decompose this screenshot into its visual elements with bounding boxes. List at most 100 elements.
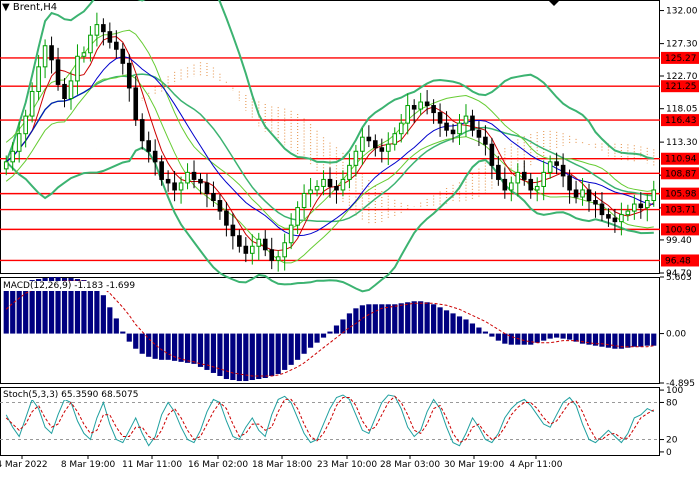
macd-histogram-bar bbox=[301, 333, 307, 354]
macd-histogram-bar bbox=[243, 333, 249, 382]
macd-histogram-bar bbox=[547, 333, 553, 339]
time-axis-label: 16 Mar 02:00 bbox=[188, 460, 248, 470]
candle-body bbox=[541, 171, 546, 187]
candle-body bbox=[49, 45, 54, 61]
trading-chart[interactable]: 132.00127.30122.70118.05113.30108.60103.… bbox=[0, 0, 700, 500]
macd-histogram-bar bbox=[625, 333, 631, 348]
time-axis-label: 8 Mar 19:00 bbox=[61, 460, 116, 470]
candle-body bbox=[204, 182, 210, 194]
macd-histogram-bar bbox=[554, 333, 560, 338]
macd-histogram-bar bbox=[385, 304, 391, 334]
candle-body bbox=[580, 189, 585, 198]
candle-body bbox=[288, 224, 294, 244]
macd-histogram-bar bbox=[405, 302, 411, 334]
price-level-tag-label: 125.27 bbox=[665, 54, 697, 64]
candle-body bbox=[347, 164, 352, 180]
macd-histogram-bar bbox=[256, 333, 262, 380]
candle-body bbox=[573, 189, 579, 198]
macd-histogram-bar bbox=[327, 331, 333, 334]
macd-histogram-bar bbox=[418, 301, 424, 334]
macd-histogram-bar bbox=[184, 333, 191, 363]
candle-body bbox=[489, 143, 495, 166]
candle-body bbox=[528, 178, 534, 191]
macd-histogram-bar bbox=[463, 319, 469, 334]
candle-body bbox=[612, 217, 618, 223]
candle-body bbox=[101, 24, 106, 33]
price-level-tag-label: 105.98 bbox=[665, 190, 697, 200]
chart-canvas[interactable]: 132.00127.30122.70118.05113.30108.60103.… bbox=[0, 0, 700, 500]
macd-histogram-bar bbox=[560, 333, 566, 339]
candle-body bbox=[3, 161, 9, 170]
macd-histogram-bar bbox=[482, 331, 488, 334]
candle-body bbox=[10, 150, 16, 163]
macd-histogram-bar bbox=[631, 333, 637, 347]
candle-body bbox=[593, 200, 598, 205]
price-level-tag-label: 110.94 bbox=[665, 155, 697, 165]
candle-body bbox=[379, 147, 385, 152]
candle-body bbox=[496, 164, 501, 180]
macd-histogram-bar bbox=[392, 304, 398, 334]
macd-histogram-bar bbox=[476, 327, 482, 334]
candle-body bbox=[437, 112, 443, 124]
price-axis-label: 127.30 bbox=[666, 40, 698, 50]
candle-body bbox=[237, 235, 242, 247]
candle-body bbox=[366, 136, 372, 142]
macd-histogram-bar bbox=[366, 304, 372, 334]
time-axis-label: 11 Mar 11:00 bbox=[122, 460, 182, 470]
macd-histogram-bar bbox=[139, 333, 145, 354]
candle-body bbox=[424, 101, 430, 107]
candle-body bbox=[198, 178, 203, 184]
macd-histogram-bar bbox=[599, 333, 605, 347]
candle-body bbox=[159, 161, 164, 180]
candle-body bbox=[36, 66, 41, 92]
candle-body bbox=[269, 249, 275, 261]
macd-histogram-bar bbox=[262, 333, 268, 379]
candle-body bbox=[457, 122, 462, 135]
candle-body bbox=[586, 189, 592, 202]
time-axis-label: 30 Mar 19:00 bbox=[444, 460, 504, 470]
macd-histogram-bar bbox=[346, 313, 353, 334]
candle-body bbox=[463, 115, 469, 124]
time-axis-label: 23 Mar 10:00 bbox=[317, 460, 377, 470]
dropdown-triangle-icon[interactable]: ▼ bbox=[2, 2, 10, 13]
price-axis-label: 99.40 bbox=[666, 236, 692, 246]
macd-histogram-bar bbox=[489, 333, 495, 337]
candle-body bbox=[625, 210, 631, 216]
macd-histogram-bar bbox=[566, 333, 573, 340]
price-level-tag-label: 108.87 bbox=[665, 169, 697, 179]
macd-histogram-bar bbox=[100, 295, 106, 334]
time-axis-label: 18 Mar 18:00 bbox=[252, 460, 312, 470]
candle-body bbox=[373, 140, 378, 149]
symbol-title[interactable]: ▼ Brent,H4 bbox=[2, 2, 57, 13]
stochastic-axis-label: 0 bbox=[666, 448, 672, 458]
candle-body bbox=[152, 150, 158, 163]
candle-body bbox=[29, 90, 35, 117]
candle-body bbox=[431, 105, 436, 114]
candle-body bbox=[139, 119, 145, 142]
macd-histogram-bar bbox=[249, 333, 255, 381]
macd-histogram-bar bbox=[191, 333, 197, 364]
macd-histogram-bar bbox=[605, 333, 612, 348]
stochastic-axis-label: 80 bbox=[666, 398, 678, 408]
candle-body bbox=[120, 48, 126, 64]
macd-histogram-bar bbox=[107, 307, 113, 334]
candle-body bbox=[88, 34, 93, 54]
price-level-tag-label: 103.71 bbox=[665, 206, 697, 216]
price-level-tag-label: 100.90 bbox=[665, 225, 697, 235]
stochastic-axis-label: 100 bbox=[666, 386, 683, 396]
candle-body bbox=[23, 115, 28, 135]
macd-histogram-bar bbox=[424, 302, 430, 334]
candle-body bbox=[42, 45, 48, 68]
candle-body bbox=[353, 150, 359, 166]
candle-body bbox=[114, 41, 119, 50]
candle-body bbox=[185, 171, 190, 184]
candle-body bbox=[632, 203, 637, 212]
candle-body bbox=[321, 178, 326, 187]
candle-body bbox=[62, 83, 67, 100]
scroll-marker-icon[interactable] bbox=[548, 0, 560, 6]
candle-body bbox=[644, 200, 650, 209]
macd-indicator-label: MACD(12,26,9) -1.183 -1.699 bbox=[3, 281, 136, 291]
candle-body bbox=[444, 122, 449, 131]
candle-body bbox=[301, 192, 307, 209]
macd-histogram-bar bbox=[94, 288, 100, 334]
